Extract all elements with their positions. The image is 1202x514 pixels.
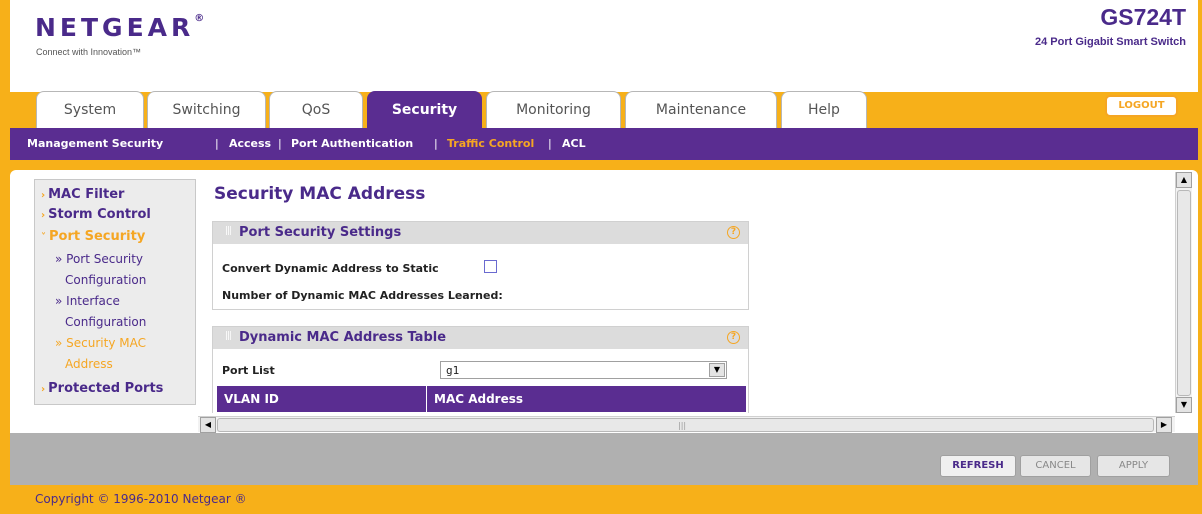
subnav-separator: | <box>215 137 219 150</box>
subnav-separator: | <box>434 137 438 150</box>
tab-security[interactable]: Security <box>367 91 482 129</box>
tagline: Connect with Innovation™ <box>36 47 142 57</box>
column-header-vlan-id[interactable]: VLAN ID <box>217 386 426 412</box>
nav-item-storm-control[interactable]: › Storm Control <box>41 207 151 222</box>
apply-button[interactable]: APPLY <box>1097 455 1170 477</box>
nav-item-mac-filter[interactable]: › MAC Filter <box>41 187 124 202</box>
scroll-right-icon[interactable]: ▶ <box>1156 417 1172 433</box>
model-description: 24 Port Gigabit Smart Switch <box>1035 36 1186 48</box>
tab-maintenance[interactable]: Maintenance <box>625 91 777 129</box>
copyright: Copyright © 1996-2010 Netgear ® <box>35 492 247 506</box>
left-navigation: › MAC Filter › Storm Control ˅ Port Securit… <box>34 179 196 405</box>
convert-dynamic-checkbox[interactable] <box>484 260 497 273</box>
nav-subitem-security-mac-address[interactable]: » Security MAC Address <box>55 333 146 375</box>
page-title: Security MAC Address <box>214 184 426 204</box>
subnav-acl[interactable]: ACL <box>562 128 586 160</box>
panel-header: ||| Dynamic MAC Address Table ? <box>213 327 748 349</box>
horizontal-scroll-thumb[interactable]: ||| <box>217 418 1154 432</box>
nav-subitem-interface-configuration[interactable]: » Interface Configuration <box>55 291 146 333</box>
vertical-scroll-thumb[interactable] <box>1177 190 1191 396</box>
tab-system[interactable]: System <box>36 91 144 129</box>
scroll-grip-icon: ||| <box>678 421 687 430</box>
convert-dynamic-label: Convert Dynamic Address to Static <box>222 262 439 275</box>
panel-header: ||| Port Security Settings ? <box>213 222 748 244</box>
port-list-value: g1 <box>446 364 460 377</box>
help-icon[interactable]: ? <box>727 226 740 239</box>
chevron-right-icon: › <box>41 384 46 395</box>
chevron-right-icon: › <box>41 210 46 221</box>
tab-qos[interactable]: QoS <box>269 91 363 129</box>
sub-navigation: Management Security | Access | Port Auth… <box>10 128 1198 160</box>
chevron-right-icon: › <box>41 190 46 201</box>
scroll-down-icon[interactable]: ▼ <box>1176 397 1192 413</box>
subnav-port-authentication[interactable]: Port Authentication <box>291 128 413 160</box>
chevron-down-icon: ˅ <box>41 232 46 243</box>
port-list-select[interactable]: g1 ▼ <box>440 361 727 379</box>
panel-title: Port Security Settings <box>239 225 402 240</box>
drag-grip-icon: ||| <box>225 331 232 341</box>
subnav-separator: | <box>548 137 552 150</box>
scroll-up-icon[interactable]: ▲ <box>1176 172 1192 188</box>
panel-title: Dynamic MAC Address Table <box>239 330 447 345</box>
dynamic-mac-learned-label: Number of Dynamic MAC Addresses Learned: <box>222 289 503 302</box>
subnav-access[interactable]: Access <box>229 128 271 160</box>
tab-help[interactable]: Help <box>781 91 867 129</box>
nav-subitem-port-security-configuration[interactable]: » Port Security Configuration <box>55 249 146 291</box>
dynamic-mac-table-panel: ||| Dynamic MAC Address Table ? Port Lis… <box>212 326 749 413</box>
model-name: GS724T <box>1100 4 1186 30</box>
port-security-settings-panel: ||| Port Security Settings ? Convert Dyn… <box>212 221 749 310</box>
horizontal-scrollbar[interactable]: ◀ ||| ▶ <box>198 416 1175 433</box>
tab-monitoring[interactable]: Monitoring <box>486 91 621 129</box>
subnav-separator: | <box>278 137 282 150</box>
subnav-management-security[interactable]: Management Security <box>27 128 163 160</box>
chevron-down-icon[interactable]: ▼ <box>709 363 725 377</box>
port-list-label: Port List <box>222 364 275 377</box>
nav-item-protected-ports[interactable]: › Protected Ports <box>41 381 163 396</box>
logout-button[interactable]: LOGOUT <box>1105 95 1178 117</box>
column-header-mac-address[interactable]: MAC Address <box>427 386 746 412</box>
help-icon[interactable]: ? <box>727 331 740 344</box>
drag-grip-icon: ||| <box>225 226 232 236</box>
subnav-traffic-control[interactable]: Traffic Control <box>447 128 534 160</box>
header: NETGEAR® Connect with Innovation™ GS724T… <box>10 0 1198 92</box>
vertical-scrollbar[interactable]: ▲ ▼ <box>1175 172 1192 413</box>
refresh-button[interactable]: REFRESH <box>940 455 1016 477</box>
cancel-button[interactable]: CANCEL <box>1020 455 1091 477</box>
scroll-left-icon[interactable]: ◀ <box>200 417 216 433</box>
tab-switching[interactable]: Switching <box>147 91 266 129</box>
netgear-logo: NETGEAR® <box>35 13 205 42</box>
nav-item-port-security[interactable]: ˅ Port Security <box>41 229 145 244</box>
